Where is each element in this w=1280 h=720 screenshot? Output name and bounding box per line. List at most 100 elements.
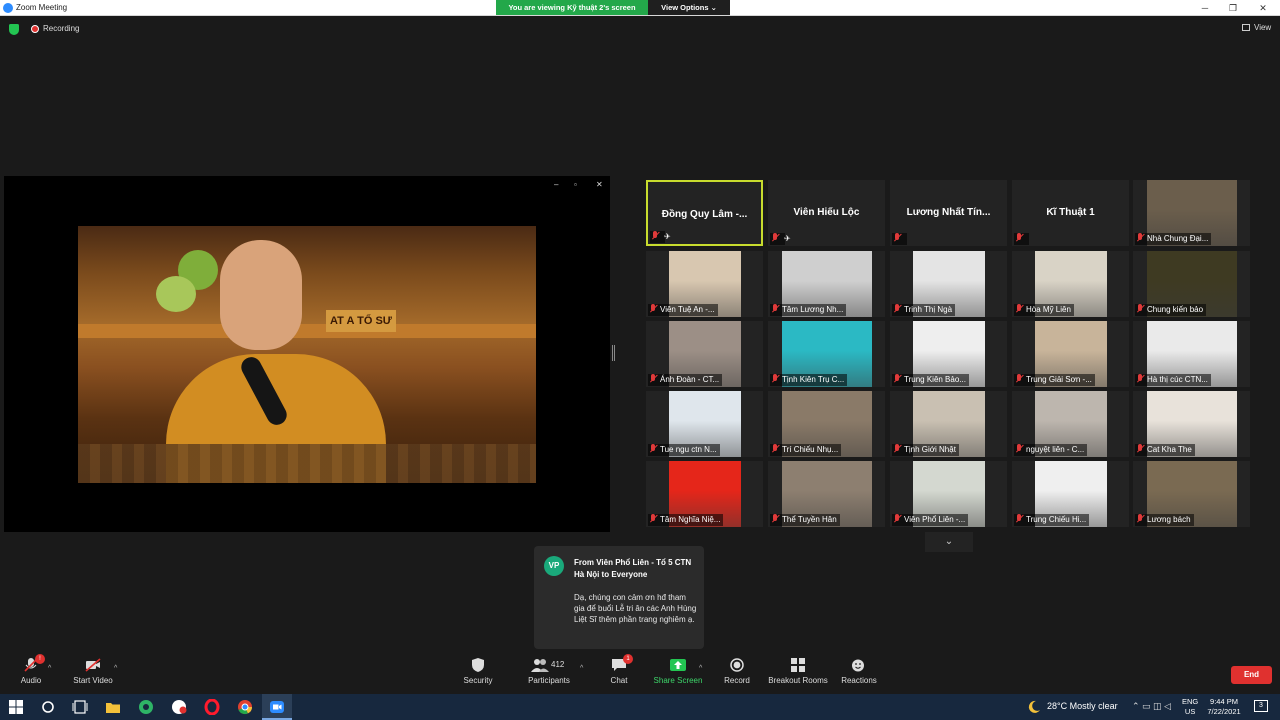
participant-name-label: Tịnh Kiên Trụ C... [770, 374, 848, 386]
share-restore-icon[interactable]: ▫ [574, 180, 577, 189]
keyboard-layout: US [1184, 707, 1196, 716]
participant-tile[interactable]: Viên Tuệ An -... [646, 251, 763, 317]
chrome-browser-icon[interactable] [237, 699, 253, 715]
share-close-icon[interactable]: ✕ [596, 180, 603, 189]
participant-tile[interactable]: Tịnh Kiên Trụ C... [768, 321, 885, 387]
record-button[interactable]: Record [722, 658, 752, 685]
share-screen-button[interactable]: Share Screen [652, 658, 704, 685]
view-options-button[interactable]: View Options ⌄ [648, 0, 730, 15]
participant-name-label: Ánh Đoàn - CT... [648, 374, 723, 386]
end-meeting-button[interactable]: End [1231, 666, 1272, 684]
muted-mic-icon [649, 514, 657, 523]
share-screen-label: Share Screen [653, 676, 703, 685]
participant-name: Trung Chiếu Hi... [1026, 515, 1087, 524]
participant-tile[interactable]: Trung Giải Sơn -... [1012, 321, 1129, 387]
audio-button[interactable]: ! Audio [18, 654, 45, 685]
weather-text[interactable]: 28°C Mostly clear [1047, 701, 1118, 711]
participants-options-caret[interactable]: ^ [580, 665, 583, 672]
view-label: View [1254, 23, 1272, 32]
zoom-app-icon[interactable] [269, 699, 285, 715]
participant-tile[interactable]: Hà thị cúc CTN... [1133, 321, 1250, 387]
muted-mic-icon [893, 444, 901, 453]
chat-label: Chat [610, 676, 628, 685]
participant-tile[interactable]: Tâm Nghĩa Niệ... [646, 461, 763, 527]
participant-status [650, 231, 665, 243]
recording-label: Recording [43, 24, 80, 33]
participant-name: Cat Kha The [1147, 445, 1192, 454]
input-language[interactable]: ENG US [1182, 697, 1198, 717]
participant-name: Viên Phổ Liên -... [904, 515, 966, 524]
muted-mic-icon [771, 374, 779, 383]
participant-tile[interactable]: Trí Chiếu Nhụ... [768, 391, 885, 457]
participant-name-label: Cat Kha The [1135, 444, 1195, 456]
participant-tile[interactable]: Trung Kiên Bảo... [890, 321, 1007, 387]
participants-button[interactable]: 412 Participants [526, 658, 572, 685]
participant-tile[interactable]: Viên Phổ Liên -... [890, 461, 1007, 527]
participant-tile[interactable]: Ánh Đoàn - CT... [646, 321, 763, 387]
participant-tile[interactable]: Trung Chiếu Hi... [1012, 461, 1129, 527]
participant-name: Viên Hiếu Lộc [793, 207, 860, 218]
participant-name-label: Viên Phổ Liên -... [892, 514, 969, 526]
speaker-head [220, 240, 302, 350]
participant-tile[interactable]: Cat Kha The [1133, 391, 1250, 457]
windows-start-icon[interactable] [8, 699, 24, 715]
participant-tile[interactable]: Nhà Chung Đại... [1133, 180, 1250, 246]
participant-name: Tịnh Giới Nhật [904, 445, 956, 454]
reactions-label: Reactions [841, 676, 877, 685]
participant-tile[interactable]: Trinh Thị Ngà [890, 251, 1007, 317]
chat-notification[interactable]: VP From Viên Phổ Liên - Tổ 5 CTN Hà Nội … [534, 546, 704, 649]
participant-tile[interactable]: Viên Hiếu Lộc ✈ [768, 180, 885, 246]
participant-name-label: Tâm Nghĩa Niệ... [648, 514, 724, 526]
muted-mic-icon [771, 304, 779, 313]
participant-tile[interactable]: Kĩ Thuật 1 [1012, 180, 1129, 246]
participant-tile[interactable]: Lương bách [1133, 461, 1250, 527]
participants-label: Participants [528, 676, 570, 685]
participant-name-label: Chung kiến bảo [1135, 304, 1207, 316]
close-window-button[interactable]: ✕ [1248, 1, 1278, 15]
start-video-button[interactable]: Start Video [70, 658, 116, 685]
edge-app-icon[interactable] [138, 699, 154, 715]
opera-browser-icon[interactable] [204, 699, 220, 715]
messenger-app-icon[interactable] [171, 699, 187, 715]
participant-tile[interactable]: nguyệt liên - C... [1012, 391, 1129, 457]
muted-mic-icon [771, 514, 779, 523]
participant-name: nguyệt liên - C... [1026, 445, 1085, 454]
reactions-button[interactable]: Reactions [840, 658, 878, 685]
breakout-rooms-button[interactable]: Breakout Rooms [768, 658, 828, 685]
participant-name: Kĩ Thuật 1 [1046, 207, 1095, 218]
security-label: Security [463, 676, 493, 685]
participant-tile[interactable]: Tịnh Giới Nhật [890, 391, 1007, 457]
participant-tile[interactable]: Chung kiến bảo [1133, 251, 1250, 317]
muted-mic-icon [1015, 304, 1023, 313]
share-options-caret[interactable]: ^ [699, 665, 702, 672]
more-participants-button[interactable]: ⌄ [925, 532, 973, 552]
encryption-shield-icon[interactable] [9, 24, 19, 35]
participant-tile[interactable]: Tâm Lương Nh... [768, 251, 885, 317]
audio-options-caret[interactable]: ^ [48, 665, 51, 672]
file-explorer-icon[interactable] [105, 699, 121, 715]
participant-tile[interactable]: Lương Nhất Tín... [890, 180, 1007, 246]
system-clock[interactable]: 9:44 PM 7/22/2021 [1201, 697, 1247, 717]
participant-status [1014, 233, 1029, 245]
participant-tile[interactable]: Thể Tuyền Hân [768, 461, 885, 527]
restore-button[interactable]: ❐ [1218, 1, 1248, 15]
participant-tile[interactable]: Đồng Quy Lâm -... ✈ [646, 180, 763, 246]
altar-shelf [78, 324, 536, 338]
split-view-handle[interactable] [612, 345, 615, 361]
share-minimize-icon[interactable]: – [554, 180, 558, 189]
system-tray-icons[interactable]: ⌃ ▭ ◫ ◁ [1132, 701, 1171, 712]
search-icon[interactable] [40, 699, 56, 715]
security-button[interactable]: Security [462, 658, 494, 685]
minimize-button[interactable]: ─ [1190, 1, 1220, 15]
notification-center-icon[interactable]: 3 [1254, 700, 1268, 712]
chat-button[interactable]: 1 Chat [606, 654, 633, 685]
view-button[interactable]: View [1242, 23, 1271, 32]
video-options-caret[interactable]: ^ [114, 665, 117, 672]
meeting-toolbar: ! Audio ^ Start Video ^ Security 412 Par… [0, 654, 1280, 694]
muted-mic-icon [1015, 233, 1023, 242]
participant-name-label: Hà thị cúc CTN... [1135, 374, 1211, 386]
participant-tile[interactable]: Tue ngu ctn N... [646, 391, 763, 457]
muted-mic-icon [893, 304, 901, 313]
participant-tile[interactable]: Hòa Mỹ Liên [1012, 251, 1129, 317]
task-view-icon[interactable] [72, 699, 88, 715]
